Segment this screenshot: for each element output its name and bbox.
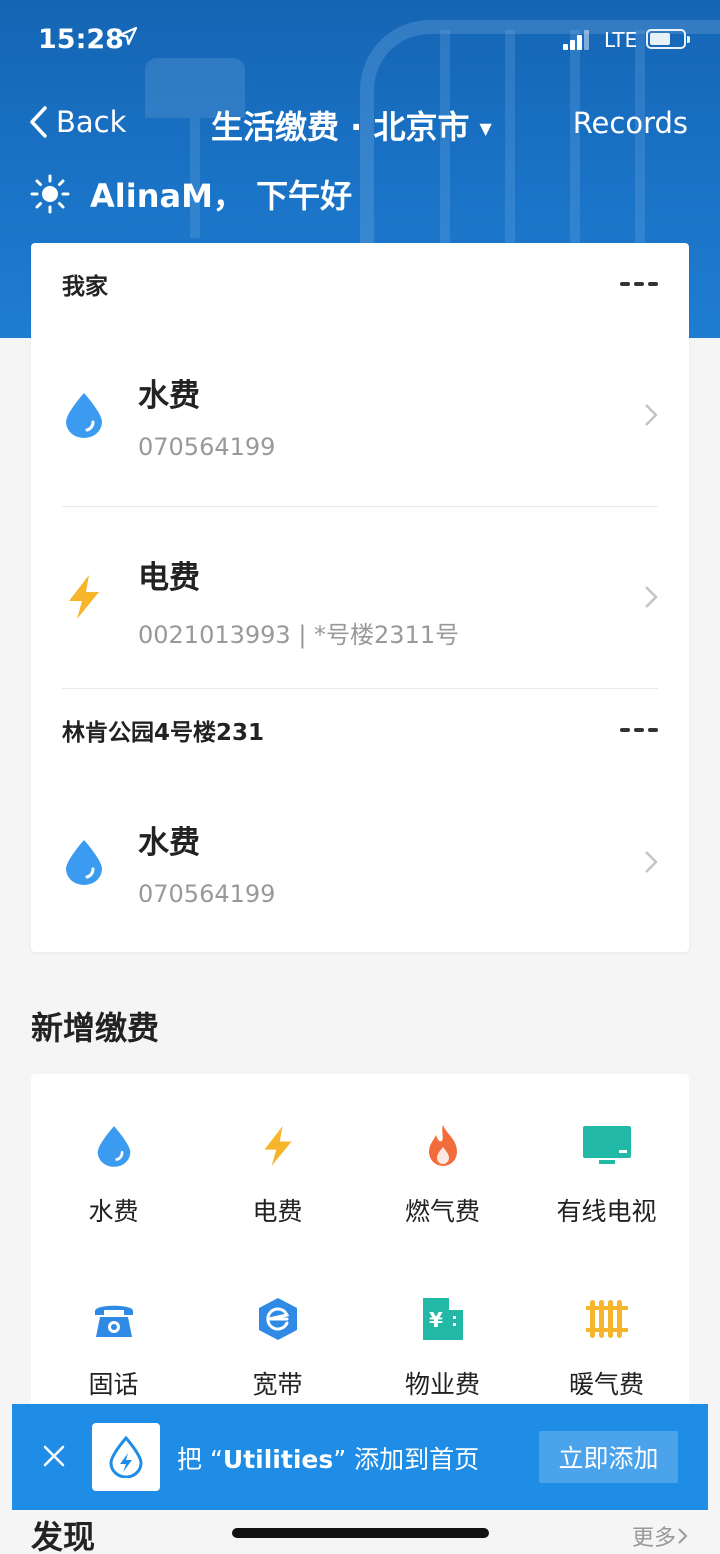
navigation-bar: Back 生活缴费 · 北京市 ▼ Records [0,96,720,148]
telephone-icon [88,1293,140,1345]
add-now-button[interactable]: 立即添加 [539,1431,678,1483]
chevron-left-icon [30,106,47,138]
grid-label: 水费 [88,1197,139,1226]
bill-item-electricity[interactable]: 电费 0021013993 | *号楼2311号 [31,507,689,687]
chevron-right-icon [645,586,658,608]
more-options-icon[interactable] [620,728,658,732]
back-button[interactable]: Back [28,102,126,142]
battery-icon [646,29,690,49]
grid-label: 燃气费 [404,1197,480,1226]
bill-account: 070564199 [138,433,276,461]
chevron-right-icon [645,404,658,426]
bills-card: 我家 水费 070564199 电费 0021013993 | *号楼2311号… [31,243,689,952]
grid-label: 宽带 [252,1370,303,1399]
bill-title: 电费 [138,560,200,596]
add-property-fee-button[interactable]: ¥ 物业费 [360,1247,525,1399]
group-name: 我家 [62,274,108,300]
sun-icon [30,174,70,214]
more-options-icon[interactable] [620,282,658,286]
svg-text:¥: ¥ [429,1308,443,1332]
add-landline-button[interactable]: 固话 [31,1247,196,1399]
chevron-right-icon [645,851,658,873]
chevron-right-icon [678,1528,688,1544]
records-button[interactable]: Records [573,106,688,140]
greeting-text: AlinaM， 下午好 [90,177,353,215]
back-label: Back [56,105,127,139]
tv-icon [581,1120,633,1172]
add-gas-button[interactable]: 燃气费 [360,1074,525,1226]
water-drop-icon [66,840,102,885]
grid-label: 有线电视 [556,1197,657,1226]
building-icon: ¥ [417,1293,469,1345]
divider [62,688,658,689]
more-label: 更多 [631,1526,676,1551]
add-heating-button[interactable]: 暖气费 [524,1247,689,1399]
location-arrow-icon [118,26,138,46]
bill-title: 水费 [138,825,200,861]
banner-prefix: 把 “ [177,1445,223,1474]
add-broadband-button[interactable]: 宽带 [195,1247,360,1399]
bill-item-water[interactable]: 水费 070564199 [31,325,689,505]
grid-label: 固话 [88,1370,139,1399]
lightning-icon [69,575,99,619]
water-drop-icon [88,1120,140,1172]
caret-down-icon: ▼ [479,118,492,138]
network-type: LTE [604,28,638,52]
banner-suffix: ” 添加到首页 [333,1445,480,1474]
grid-label: 电费 [252,1197,303,1226]
add-to-home-banner: 把 “Utilities” 添加到首页 立即添加 [12,1404,708,1510]
signal-icon [563,30,591,50]
grid-label: 暖气费 [568,1370,644,1399]
bill-account: 070564199 [138,880,276,908]
group-name: 林肯公园4号楼231 [62,720,265,746]
radiator-icon [581,1293,633,1345]
close-icon[interactable] [40,1442,68,1470]
lightning-icon [252,1120,304,1172]
banner-app-name: Utilities [222,1445,334,1474]
section-title: 新增缴费 [31,1009,160,1047]
discover-title: 发现 [31,1518,96,1554]
bill-item-water[interactable]: 水费 070564199 [31,772,689,952]
greeting: AlinaM， 下午好 [30,172,352,216]
add-electricity-button[interactable]: 电费 [195,1074,360,1226]
home-indicator [232,1528,489,1538]
status-time: 15:28 [38,24,124,55]
more-link[interactable]: 更多 [632,1520,690,1552]
bill-title: 水费 [138,378,200,414]
flame-icon [417,1120,469,1172]
banner-text: 把 “Utilities” 添加到首页 [177,1440,479,1476]
utilities-app-icon [92,1423,160,1491]
city-selector[interactable]: 生活缴费 · 北京市 ▼ [211,102,492,148]
page-title: 生活缴费 · 北京市 [211,108,470,146]
add-bill-grid: 水费 电费 燃气费 有线电视 固话 宽带 ¥ 物业费 暖气费 [31,1074,689,1434]
broadband-icon [252,1293,304,1345]
water-drop-icon [66,393,102,438]
status-bar: 15:28 LTE [0,0,720,80]
group-header: 我家 [62,267,658,301]
add-cable-tv-button[interactable]: 有线电视 [524,1074,689,1226]
grid-label: 物业费 [404,1370,480,1399]
group-header: 林肯公园4号楼231 [62,713,658,747]
bill-account: 0021013993 | *号楼2311号 [138,621,460,649]
add-water-button[interactable]: 水费 [31,1074,196,1226]
